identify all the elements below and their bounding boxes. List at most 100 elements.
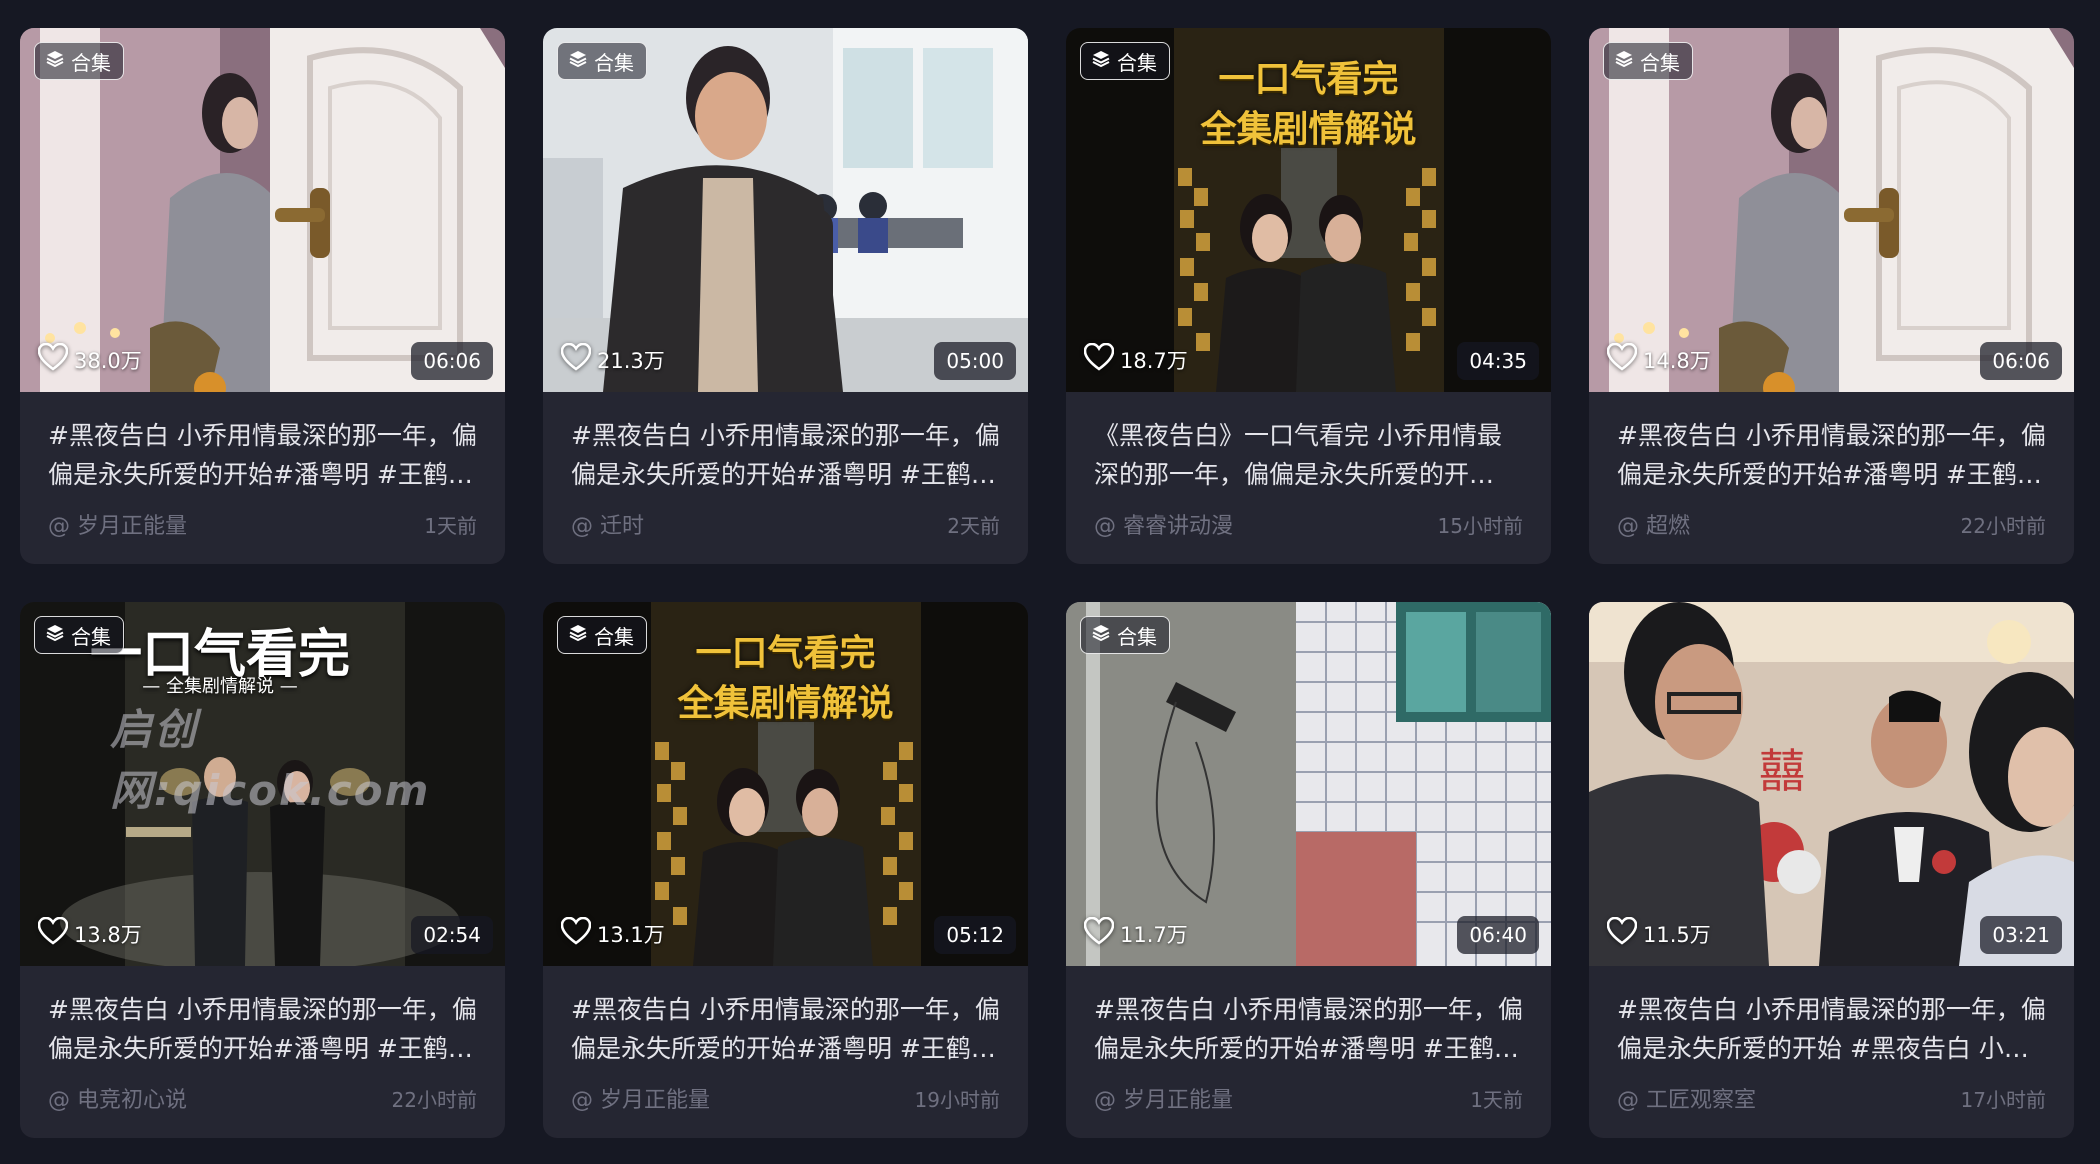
badge-label: 合集 bbox=[1117, 50, 1157, 75]
video-thumbnail[interactable]: 一口气看完 全集剧情解说 合集 18.7万 04:35 bbox=[1066, 28, 1551, 392]
video-meta: @ 电竞初心说 22小时前 bbox=[48, 1082, 477, 1114]
video-duration: 04:35 bbox=[1457, 342, 1539, 380]
collection-badge: 合集 bbox=[557, 42, 647, 80]
author-name[interactable]: @ 睿睿讲动漫 bbox=[1094, 508, 1233, 540]
video-meta: @ 岁月正能量 1天前 bbox=[1094, 1082, 1523, 1114]
badge-label: 合集 bbox=[594, 50, 634, 75]
layers-icon bbox=[568, 49, 588, 74]
video-info: #黑夜告白 小乔用情最深的那一年，偏偏是永失所爱的开始#潘粤明 #王鹤… @ 岁… bbox=[20, 392, 505, 540]
video-duration: 05:00 bbox=[934, 342, 1016, 380]
like-count-text: 18.7万 bbox=[1120, 348, 1188, 373]
video-card[interactable]: 合集 21.3万 05:00 #黑夜告白 小乔用情最深的那一年，偏偏是永失所爱的… bbox=[543, 28, 1028, 564]
heart-icon bbox=[1606, 916, 1638, 950]
video-thumbnail[interactable]: 合集 11.7万 06:40 bbox=[1066, 602, 1551, 966]
video-card[interactable]: 一口气看完 全集剧情解说 合集 13.1万 05:12 #黑夜告白 小乔用情最深… bbox=[543, 602, 1028, 1138]
video-card[interactable]: 合集 38.0万 06:06 #黑夜告白 小乔用情最深的那一年，偏偏是永失所爱的… bbox=[20, 28, 505, 564]
video-info: #黑夜告白 小乔用情最深的那一年，偏偏是永失所爱的开始#潘粤明 #王鹤… @ 超… bbox=[1589, 392, 2074, 540]
collection-badge: 合集 bbox=[1080, 42, 1170, 80]
layers-icon bbox=[1614, 49, 1634, 74]
like-count-text: 13.8万 bbox=[74, 922, 142, 947]
video-title[interactable]: #黑夜告白 小乔用情最深的那一年，偏偏是永失所爱的开始#潘粤明 #王鹤… bbox=[571, 990, 1000, 1068]
video-duration: 06:40 bbox=[1457, 916, 1539, 954]
video-card[interactable]: 一口气看完 — 全集剧情解说 — 启创网:qicok.com 合集 13.8万 … bbox=[20, 602, 505, 1138]
heart-icon bbox=[1083, 342, 1115, 376]
video-title[interactable]: #黑夜告白 小乔用情最深的那一年，偏偏是永失所爱的开始#潘粤明 #王鹤… bbox=[48, 416, 477, 494]
publish-time: 22小时前 bbox=[1960, 513, 2046, 538]
video-title[interactable]: #黑夜告白 小乔用情最深的那一年，偏偏是永失所爱的开始#潘粤明 #王鹤… bbox=[1094, 990, 1523, 1068]
watermark-text: 启创网:qicok.com bbox=[110, 705, 431, 815]
video-meta: @ 岁月正能量 1天前 bbox=[48, 508, 477, 540]
layers-icon bbox=[568, 623, 588, 648]
like-count-text: 11.7万 bbox=[1120, 922, 1188, 947]
video-card[interactable]: 囍 11.5万 03:21 #黑夜告白 小乔用情最深的那一年，偏偏是永失所爱的开… bbox=[1589, 602, 2074, 1138]
badge-label: 合集 bbox=[71, 50, 111, 75]
video-meta: @ 迁时 2天前 bbox=[571, 508, 1000, 540]
video-title[interactable]: #黑夜告白 小乔用情最深的那一年，偏偏是永失所爱的开始 #黑夜告白 小… bbox=[1617, 990, 2046, 1068]
like-count-text: 11.5万 bbox=[1643, 922, 1711, 947]
video-thumbnail[interactable]: 合集 21.3万 05:00 bbox=[543, 28, 1028, 392]
poster-title-line2: — 全集剧情解说 — bbox=[142, 676, 298, 697]
like-count: 13.1万 bbox=[560, 916, 665, 950]
video-info: #黑夜告白 小乔用情最深的那一年，偏偏是永失所爱的开始#潘粤明 #王鹤… @ 岁… bbox=[1066, 966, 1551, 1114]
layers-icon bbox=[1091, 49, 1111, 74]
badge-label: 合集 bbox=[71, 624, 111, 649]
video-info: #黑夜告白 小乔用情最深的那一年，偏偏是永失所爱的开始#潘粤明 #王鹤… @ 电… bbox=[20, 966, 505, 1114]
author-name[interactable]: @ 岁月正能量 bbox=[1094, 1082, 1233, 1114]
video-duration: 06:06 bbox=[1980, 342, 2062, 380]
publish-time: 1天前 bbox=[1470, 1087, 1523, 1112]
author-name[interactable]: @ 电竞初心说 bbox=[48, 1082, 187, 1114]
video-info: 《黑夜告白》一口气看完 小乔用情最深的那一年，偏偏是永失所爱的开… @ 睿睿讲动… bbox=[1066, 392, 1551, 540]
video-info: #黑夜告白 小乔用情最深的那一年，偏偏是永失所爱的开始#潘粤明 #王鹤… @ 迁… bbox=[543, 392, 1028, 540]
video-info: #黑夜告白 小乔用情最深的那一年，偏偏是永失所爱的开始#潘粤明 #王鹤… @ 岁… bbox=[543, 966, 1028, 1114]
layers-icon bbox=[45, 623, 65, 648]
like-count: 13.8万 bbox=[37, 916, 142, 950]
video-card[interactable]: 一口气看完 全集剧情解说 合集 18.7万 04:35 《黑夜告白》一口气看完 … bbox=[1066, 28, 1551, 564]
collection-badge: 合集 bbox=[1080, 616, 1170, 654]
badge-label: 合集 bbox=[1640, 50, 1680, 75]
video-title[interactable]: 《黑夜告白》一口气看完 小乔用情最深的那一年，偏偏是永失所爱的开… bbox=[1094, 416, 1523, 494]
video-thumbnail[interactable]: 一口气看完 — 全集剧情解说 — 启创网:qicok.com 合集 13.8万 … bbox=[20, 602, 505, 966]
publish-time: 22小时前 bbox=[391, 1087, 477, 1112]
collection-badge: 合集 bbox=[557, 616, 647, 654]
heart-icon bbox=[37, 342, 69, 376]
video-thumbnail[interactable]: 囍 11.5万 03:21 bbox=[1589, 602, 2074, 966]
badge-label: 合集 bbox=[594, 624, 634, 649]
video-card[interactable]: 合集 11.7万 06:40 #黑夜告白 小乔用情最深的那一年，偏偏是永失所爱的… bbox=[1066, 602, 1551, 1138]
author-name[interactable]: @ 工匠观察室 bbox=[1617, 1082, 1756, 1114]
thumbnail-image bbox=[1066, 602, 1551, 966]
thumbnail-image: 囍 bbox=[1589, 602, 2074, 966]
video-title[interactable]: #黑夜告白 小乔用情最深的那一年，偏偏是永失所爱的开始#潘粤明 #王鹤… bbox=[571, 416, 1000, 494]
like-count: 11.7万 bbox=[1083, 916, 1188, 950]
like-count-text: 13.1万 bbox=[597, 922, 665, 947]
video-meta: @ 岁月正能量 19小时前 bbox=[571, 1082, 1000, 1114]
thumbnail-image bbox=[20, 28, 505, 392]
author-name[interactable]: @ 岁月正能量 bbox=[571, 1082, 710, 1114]
video-thumbnail[interactable]: 一口气看完 全集剧情解说 合集 13.1万 05:12 bbox=[543, 602, 1028, 966]
badge-label: 合集 bbox=[1117, 624, 1157, 649]
video-duration: 05:12 bbox=[934, 916, 1016, 954]
video-card[interactable]: 合集 14.8万 06:06 #黑夜告白 小乔用情最深的那一年，偏偏是永失所爱的… bbox=[1589, 28, 2074, 564]
heart-icon bbox=[1083, 916, 1115, 950]
heart-icon bbox=[560, 342, 592, 376]
video-title[interactable]: #黑夜告白 小乔用情最深的那一年，偏偏是永失所爱的开始#潘粤明 #王鹤… bbox=[48, 990, 477, 1068]
publish-time: 15小时前 bbox=[1437, 513, 1523, 538]
publish-time: 17小时前 bbox=[1960, 1087, 2046, 1112]
layers-icon bbox=[45, 49, 65, 74]
publish-time: 2天前 bbox=[947, 513, 1000, 538]
video-title[interactable]: #黑夜告白 小乔用情最深的那一年，偏偏是永失所爱的开始#潘粤明 #王鹤… bbox=[1617, 416, 2046, 494]
collection-badge: 合集 bbox=[1603, 42, 1693, 80]
author-name[interactable]: @ 岁月正能量 bbox=[48, 508, 187, 540]
layers-icon bbox=[1091, 623, 1111, 648]
publish-time: 19小时前 bbox=[914, 1087, 1000, 1112]
like-count: 14.8万 bbox=[1606, 342, 1711, 376]
poster-title-line2: 全集剧情解说 bbox=[677, 683, 894, 724]
author-name[interactable]: @ 超燃 bbox=[1617, 508, 1690, 540]
like-count-text: 14.8万 bbox=[1643, 348, 1711, 373]
video-duration: 03:21 bbox=[1980, 916, 2062, 954]
heart-icon bbox=[37, 916, 69, 950]
video-thumbnail[interactable]: 合集 14.8万 06:06 bbox=[1589, 28, 2074, 392]
video-meta: @ 睿睿讲动漫 15小时前 bbox=[1094, 508, 1523, 540]
like-count: 38.0万 bbox=[37, 342, 142, 376]
author-name[interactable]: @ 迁时 bbox=[571, 508, 644, 540]
video-thumbnail[interactable]: 合集 38.0万 06:06 bbox=[20, 28, 505, 392]
